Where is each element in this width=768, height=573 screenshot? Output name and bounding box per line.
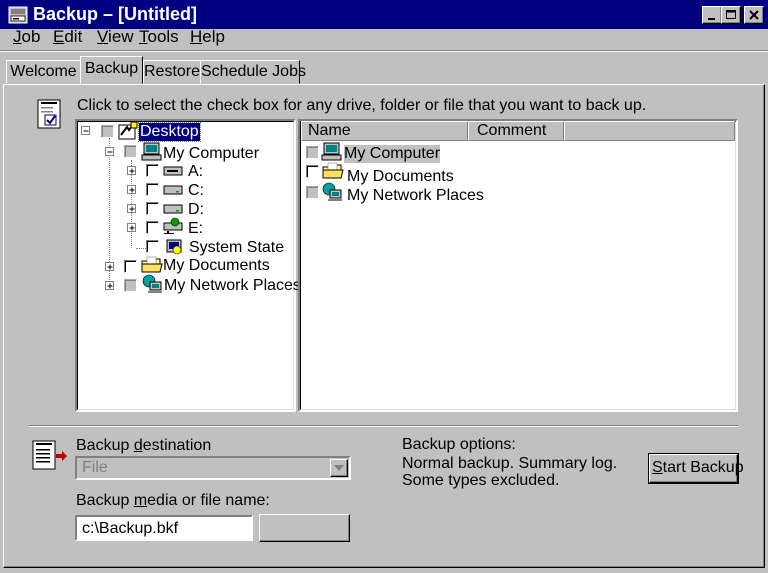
backup-destination-select[interactable]: File	[75, 456, 351, 480]
instruction-text: Click to select the check box for any dr…	[77, 97, 647, 114]
tree-item-desktop[interactable]: Desktop	[138, 122, 201, 142]
tab-welcome-label: Welcome	[10, 63, 77, 80]
tab-schedule-jobs[interactable]: Schedule Jobs	[200, 60, 306, 84]
list-checkbox-my-computer[interactable]	[306, 146, 319, 159]
network-places-icon	[322, 182, 342, 201]
section-divider	[29, 425, 738, 427]
menu-help[interactable]: Help	[190, 27, 225, 47]
backup-app-icon	[8, 6, 28, 24]
menu-job[interactable]: Job	[13, 27, 40, 47]
tree-collapse-my-computer[interactable]	[105, 147, 114, 156]
checkbox-my-computer[interactable]	[124, 145, 137, 158]
tree-item-my-network-places[interactable]: My Network Places	[164, 277, 301, 295]
maximize-button[interactable]	[721, 6, 741, 24]
column-comment-label: Comment	[477, 122, 547, 139]
tree-expand-my-network-places[interactable]	[105, 281, 114, 290]
tree-expand-d[interactable]	[127, 204, 136, 213]
tree-expand-a[interactable]	[127, 166, 136, 175]
destination-dropdown-button[interactable]	[330, 459, 348, 477]
folder-icon	[322, 162, 344, 179]
column-header-name[interactable]: Name	[301, 121, 468, 141]
minimize-button[interactable]	[702, 6, 722, 24]
tree-item-system-state[interactable]: System State	[189, 239, 284, 257]
list-item-my-network-places[interactable]: My Network Places	[347, 187, 484, 205]
column-name-label: Name	[308, 122, 351, 139]
title-bar[interactable]: Backup – [Untitled]	[0, 0, 768, 29]
floppy-drive-icon	[163, 166, 183, 176]
checkbox-system-state[interactable]	[146, 240, 159, 253]
checkbox-c[interactable]	[146, 183, 159, 196]
backup-destination-label: Backup destination	[76, 437, 212, 454]
hard-drive-icon	[163, 185, 183, 195]
backup-options-title: Backup options:	[402, 436, 516, 453]
list-item-my-documents[interactable]: My Documents	[347, 168, 454, 186]
checkbox-desktop[interactable]	[101, 125, 114, 138]
checkbox-my-documents[interactable]	[124, 260, 137, 273]
checkbox-d[interactable]	[146, 202, 159, 215]
window-title: Backup – [Untitled]	[33, 4, 198, 24]
chevron-down-icon	[334, 465, 344, 471]
minimize-icon	[708, 18, 715, 20]
maximize-icon	[726, 10, 736, 19]
close-icon	[749, 10, 759, 20]
checkbox-my-network-places[interactable]	[124, 279, 137, 292]
start-backup-button[interactable]: Start Backup	[648, 453, 744, 484]
tab-restore[interactable]: Restore	[143, 60, 201, 84]
tree-expand-c[interactable]	[127, 185, 136, 194]
desktop-icon	[118, 121, 138, 140]
network-drive-icon	[163, 217, 183, 234]
tree-line	[136, 248, 146, 249]
tree-expand-my-documents[interactable]	[105, 262, 114, 271]
tab-backup-label: Backup	[84, 60, 139, 77]
checkbox-a[interactable]	[146, 164, 159, 177]
tree-item-e[interactable]: E:	[188, 220, 203, 238]
column-header-comment[interactable]: Comment	[468, 121, 564, 141]
computer-icon	[141, 142, 162, 161]
close-button[interactable]	[744, 6, 764, 24]
backup-destination-icon	[32, 440, 67, 470]
backup-destination-value: File	[82, 459, 108, 476]
tab-restore-label: Restore	[144, 63, 201, 80]
backup-options-line1: Normal backup. Summary log.	[402, 455, 618, 472]
backup-media-input[interactable]: c:\Backup.bkf	[75, 515, 253, 541]
menu-edit[interactable]: Edit	[53, 27, 82, 47]
tree-item-my-documents[interactable]: My Documents	[163, 257, 270, 275]
tree-collapse-desktop[interactable]	[81, 126, 90, 135]
backup-media-label: Backup media or file name:	[76, 492, 270, 509]
network-places-icon	[142, 274, 162, 293]
list-checkbox-my-documents[interactable]	[306, 165, 319, 178]
tree-expand-e[interactable]	[127, 223, 136, 232]
menu-tools[interactable]: Tools	[139, 27, 179, 47]
tree-item-my-computer[interactable]: My Computer	[163, 145, 259, 163]
tree-item-d[interactable]: D:	[188, 201, 204, 219]
column-header-filler	[564, 121, 735, 141]
tab-welcome[interactable]: Welcome	[6, 60, 81, 84]
computer-icon	[321, 142, 342, 161]
backup-media-value: c:\Backup.bkf	[82, 520, 179, 537]
list-item-my-computer[interactable]: My Computer	[344, 145, 441, 163]
system-state-icon	[166, 239, 182, 255]
menu-bar: Job Edit View Tools Help	[0, 27, 768, 49]
list-checkbox-my-network-places[interactable]	[306, 186, 319, 199]
hard-drive-icon	[163, 204, 183, 214]
checkbox-e[interactable]	[146, 221, 159, 234]
menu-view[interactable]: View	[97, 27, 134, 47]
browse-button[interactable]	[259, 514, 350, 542]
folder-icon	[141, 256, 163, 273]
tab-backup[interactable]: Backup	[80, 56, 143, 84]
start-backup-label: Start Backup	[652, 459, 744, 476]
tree-item-c[interactable]: C:	[188, 182, 204, 200]
tab-schedule-jobs-label: Schedule Jobs	[201, 63, 306, 80]
backup-wizard-icon	[37, 99, 61, 129]
menu-separator	[0, 50, 768, 52]
tree-item-a[interactable]: A:	[188, 163, 203, 181]
backup-options-line2: Some types excluded.	[402, 472, 560, 489]
